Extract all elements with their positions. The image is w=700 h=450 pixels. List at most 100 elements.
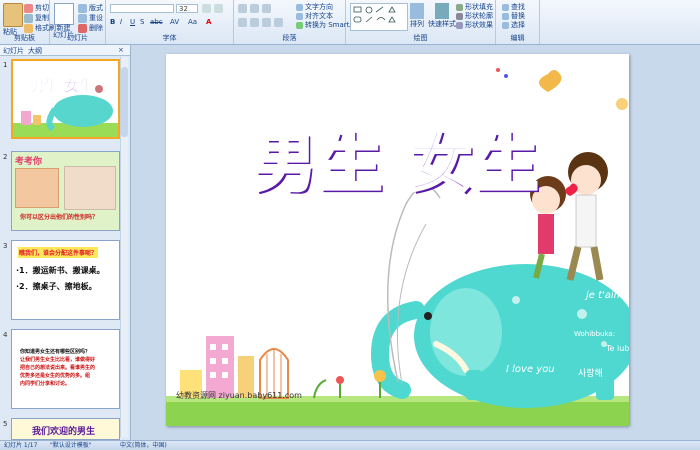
slide-thumb-2[interactable]: 考考你 你可以区分出他们的性别吗？ bbox=[11, 151, 120, 231]
reset-button[interactable]: 重设 bbox=[78, 13, 103, 23]
quick-styles-button[interactable]: 快速样式 bbox=[428, 3, 456, 29]
shrink-font-button[interactable] bbox=[214, 4, 225, 13]
deco-text: 사랑해 bbox=[578, 369, 603, 379]
find-icon bbox=[502, 3, 509, 11]
arrange-icon bbox=[410, 3, 424, 19]
slide-thumb-3[interactable]: 瞧我们，谁会分配这件事呢？ ·1．搬运新书、搬课桌。 ·2．擦桌子、擦地板。 bbox=[11, 240, 120, 320]
reset-icon bbox=[78, 13, 87, 23]
slide-thumb-4[interactable]: 你知道男女生还有哪些区别吗？ 让我们男生女生比比看，谁做得好 把自己的想法说出来… bbox=[11, 329, 120, 409]
bold-button[interactable]: B bbox=[110, 18, 115, 26]
drawing-group-label: 绘图 bbox=[413, 34, 428, 42]
shape-effects-button[interactable]: 形状效果 bbox=[456, 20, 493, 30]
justify-button[interactable] bbox=[274, 18, 285, 27]
tab-outline[interactable]: 大纲 bbox=[28, 46, 42, 56]
slide-thumbnails-pane: 幻灯片 大纲 × 1 男生 女生 2 考考你 你可以区分出他们的性别吗？ 3 瞧… bbox=[0, 45, 131, 440]
shadow-button[interactable]: S bbox=[140, 18, 144, 26]
numbering-icon bbox=[250, 4, 259, 13]
thumbs-scrollbar-thumb[interactable] bbox=[121, 67, 128, 137]
thumb-4-line: 让我们男生女生比比看，谁做得好 bbox=[20, 357, 96, 363]
thumb-2-title: 考考你 bbox=[15, 157, 43, 167]
layout-button[interactable]: 版式 bbox=[78, 3, 103, 13]
thumb-3-title: 瞧我们，谁会分配这件事呢？ bbox=[18, 247, 99, 258]
thumb-4-line: 内同学们分享和讨论。 bbox=[20, 381, 71, 387]
slide-thumb-1[interactable]: 男生 女生 bbox=[11, 59, 120, 139]
clipboard-group-label: 剪贴板 bbox=[14, 34, 35, 42]
deco-text: I love you bbox=[506, 364, 555, 375]
font-group: 32 B I U S abc AV Aa A 字体 bbox=[106, 0, 234, 44]
bullets-button[interactable] bbox=[238, 4, 249, 13]
thumb-4-line: 优势多还是女生的优势的多。组 bbox=[20, 373, 91, 379]
strikethrough-button[interactable]: abc bbox=[150, 18, 163, 26]
smartart-icon bbox=[296, 21, 303, 29]
align-center-icon bbox=[250, 18, 259, 27]
current-slide[interactable]: 男生 女生 幼教资源网 ziyuan.baby611.com je t'aime… bbox=[166, 54, 629, 426]
change-case-button[interactable]: Aa bbox=[188, 18, 197, 26]
watermark-text: 幼教资源网 ziyuan.baby611.com bbox=[176, 391, 302, 400]
thumb-1-title: 男生 女生 bbox=[29, 77, 95, 96]
side-tabs: 幻灯片 大纲 × bbox=[0, 45, 130, 56]
baby-photo-2 bbox=[64, 166, 116, 210]
font-color-button[interactable]: A bbox=[206, 18, 211, 26]
select-button[interactable]: 选择 bbox=[502, 20, 525, 30]
baby-photo-1 bbox=[15, 168, 59, 208]
justify-icon bbox=[274, 18, 283, 27]
indent-button[interactable] bbox=[262, 4, 273, 13]
paste-icon bbox=[3, 3, 23, 27]
thumb-number: 5 bbox=[3, 420, 8, 428]
numbering-button[interactable] bbox=[250, 4, 261, 13]
close-pane-icon[interactable]: × bbox=[118, 46, 124, 54]
align-left-button[interactable] bbox=[238, 18, 249, 27]
copy-button[interactable]: 复制 bbox=[24, 13, 49, 23]
grow-font-icon bbox=[202, 4, 211, 13]
thumb-4-line: 把自己的想法说出来。看谁男生的 bbox=[20, 365, 96, 371]
paste-button[interactable]: 粘贴 bbox=[3, 3, 23, 37]
shapes-gallery[interactable] bbox=[350, 3, 408, 31]
layout-icon bbox=[78, 3, 87, 13]
copy-icon bbox=[24, 13, 33, 23]
thumb-number: 4 bbox=[3, 331, 8, 339]
cut-button[interactable]: 剪切 bbox=[24, 3, 49, 13]
brush-icon bbox=[24, 23, 33, 33]
font-name-combo[interactable] bbox=[110, 4, 174, 13]
thumb-2-caption: 你可以区分出他们的性别吗？ bbox=[20, 214, 99, 221]
paragraph-group: 文字方向 对齐文本 转换为 SmartArt 段落 bbox=[234, 0, 360, 44]
thumb-number: 3 bbox=[3, 242, 8, 250]
effects-icon bbox=[456, 21, 463, 29]
font-size-combo[interactable]: 32 bbox=[176, 4, 198, 13]
editing-group: 查找 替换 选择 编辑 bbox=[496, 0, 540, 44]
underline-button[interactable]: U bbox=[130, 18, 135, 26]
shrink-font-icon bbox=[214, 4, 223, 13]
thumb-3-line: ·1．搬运新书、搬课桌。 bbox=[16, 266, 105, 275]
italic-button[interactable]: I bbox=[120, 18, 122, 26]
deco-text: Te iubesc bbox=[606, 344, 629, 353]
scissors-icon bbox=[24, 3, 33, 13]
thumb-3-line: ·2．擦桌子、擦地板。 bbox=[16, 282, 97, 291]
quick-styles-icon bbox=[435, 3, 449, 19]
align-right-button[interactable] bbox=[262, 18, 273, 27]
select-icon bbox=[502, 21, 509, 29]
slide-title[interactable]: 男生 女生 bbox=[250, 112, 540, 204]
thumbs-scrollbar[interactable] bbox=[120, 57, 128, 437]
spacing-button[interactable]: AV bbox=[170, 18, 179, 26]
align-center-button[interactable] bbox=[250, 18, 261, 27]
ribbon: 粘贴 剪切 复制 格式刷 剪贴板 新建 幻灯片 版式 重设 删除 幻灯片 32 … bbox=[0, 0, 700, 45]
deco-text: Wohibbuka: bbox=[574, 330, 616, 338]
bullets-icon bbox=[238, 4, 247, 13]
align-left-icon bbox=[238, 18, 247, 27]
arrange-button[interactable]: 排列 bbox=[410, 3, 424, 29]
delete-button[interactable]: 删除 bbox=[78, 23, 103, 33]
replace-icon bbox=[502, 12, 509, 20]
shapes-gallery-icons bbox=[353, 6, 396, 23]
slide-thumb-5[interactable]: 我们欢迎的男生 bbox=[11, 418, 120, 440]
slide-edit-area: 男生 女生 幼教资源网 ziyuan.baby611.com je t'aime… bbox=[131, 45, 700, 440]
grow-font-button[interactable] bbox=[202, 4, 213, 13]
align-text-icon bbox=[296, 12, 303, 20]
fill-icon bbox=[456, 3, 463, 11]
slide-illustration bbox=[166, 68, 629, 426]
slides-group: 新建 幻灯片 版式 重设 删除 幻灯片 bbox=[50, 0, 106, 44]
tab-slides[interactable]: 幻灯片 bbox=[3, 46, 24, 56]
slides-group-label: 幻灯片 bbox=[67, 34, 88, 42]
outline-icon bbox=[456, 12, 463, 20]
thumb-1-art bbox=[13, 85, 118, 137]
text-direction-icon bbox=[296, 3, 303, 11]
